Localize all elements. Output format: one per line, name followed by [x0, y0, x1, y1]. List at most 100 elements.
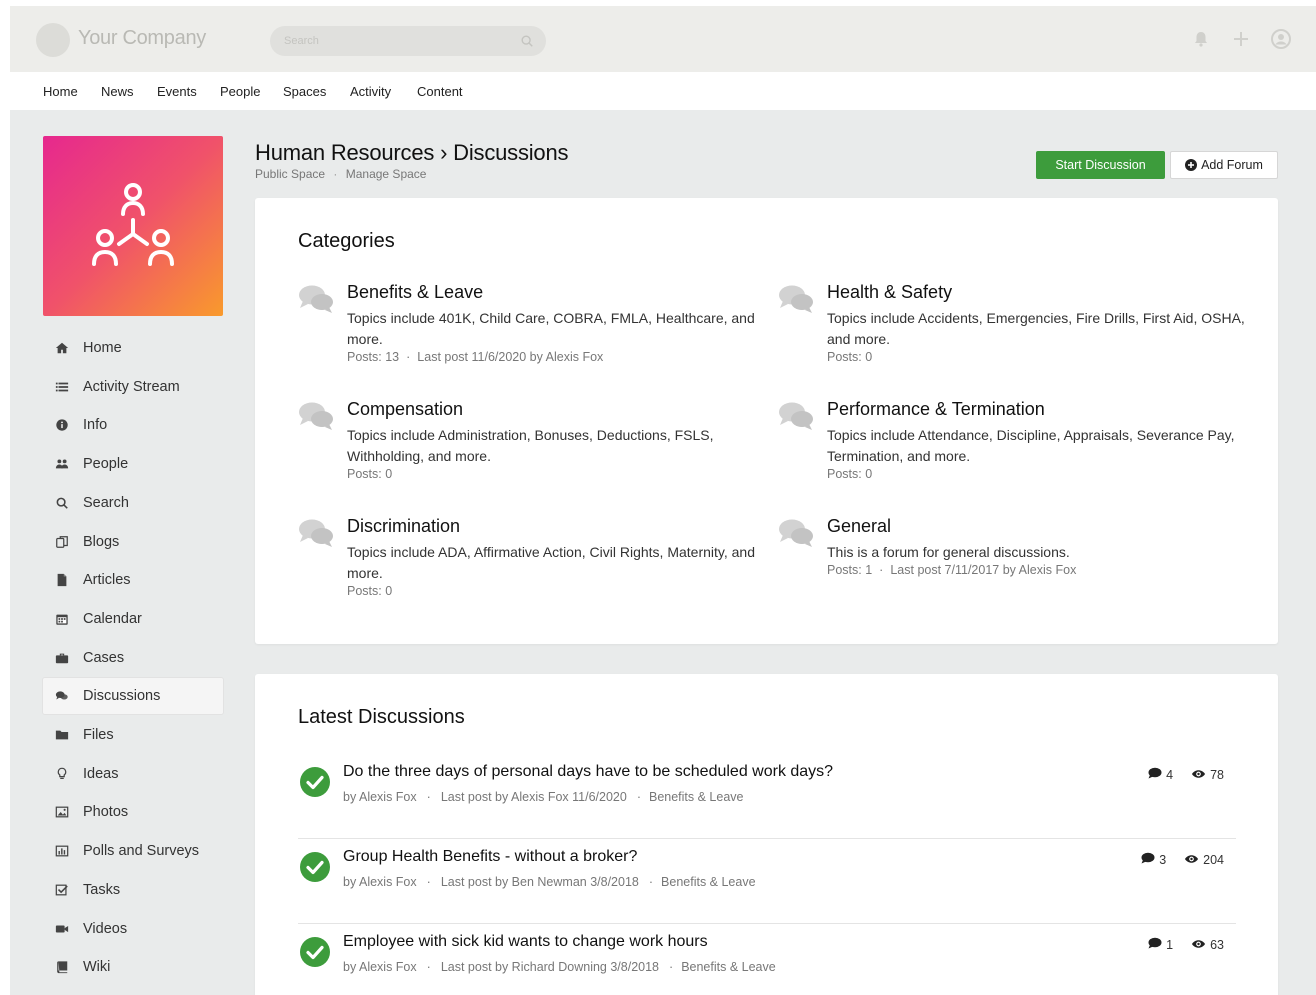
top-bar: Your Company: [10, 6, 1316, 72]
discussion-row[interactable]: Group Health Benefits - without a broker…: [298, 839, 1236, 924]
sidebar-item-label: Cases: [83, 649, 125, 666]
sidebar-item-home[interactable]: Home: [43, 330, 223, 366]
calendar-icon: [54, 611, 70, 627]
add-forum-button[interactable]: Add Forum: [1170, 151, 1278, 179]
sidebar-item-search[interactable]: Search: [43, 485, 223, 521]
notifications-bell-icon[interactable]: [1190, 28, 1212, 50]
comments-bubble-icon: [298, 518, 334, 548]
sidebar-item-tasks[interactable]: Tasks: [43, 872, 223, 908]
sidebar-item-calendar[interactable]: Calendar: [43, 601, 223, 637]
discussion-row[interactable]: Do the three days of personal days have …: [298, 754, 1236, 839]
discussion-stats: 4 78: [1148, 767, 1224, 782]
article-icon: [54, 572, 70, 588]
category-name[interactable]: Performance & Termination: [827, 399, 1045, 420]
answered-check-icon: [300, 937, 330, 967]
search-icon[interactable]: [520, 34, 534, 48]
discussion-category[interactable]: Benefits & Leave: [661, 875, 756, 889]
start-discussion-button[interactable]: Start Discussion: [1036, 151, 1165, 179]
sidebar-item-label: Ideas: [83, 765, 119, 782]
comments-bubble-icon: [778, 401, 814, 431]
sidebar-item-label: Home: [83, 340, 122, 356]
discussion-title[interactable]: Do the three days of personal days have …: [343, 763, 833, 781]
comments-bubble-icon: [298, 284, 334, 314]
discussion-category[interactable]: Benefits & Leave: [681, 960, 776, 974]
category-meta: Posts: 0: [827, 350, 872, 364]
discussion-meta: by Alexis Fox · Last post by Ben Newman 3/…: [343, 875, 756, 889]
category-name[interactable]: Compensation: [347, 399, 463, 420]
nav-people[interactable]: People: [220, 84, 260, 99]
sidebar-item-articles[interactable]: Articles: [43, 562, 223, 598]
manage-space-link[interactable]: Manage Space: [346, 167, 427, 181]
sidebar-item-people[interactable]: People: [43, 446, 223, 482]
category-name[interactable]: Benefits & Leave: [347, 282, 483, 303]
sidebar-item-photos[interactable]: Photos: [43, 794, 223, 830]
discussion-title[interactable]: Employee with sick kid wants to change w…: [343, 933, 708, 951]
comments-icon: [54, 688, 70, 704]
category-posts: Posts: 0: [827, 350, 873, 364]
page-subtitle: Public Space · Manage Space: [255, 167, 427, 181]
user-profile-icon[interactable]: [1270, 28, 1292, 50]
sidebar-item-ideas[interactable]: Ideas: [43, 756, 223, 792]
replies-icon: [1148, 937, 1162, 952]
sidebar-item-label: Articles: [83, 572, 131, 589]
checkbox-icon: [54, 882, 70, 898]
sidebar-item-discussions[interactable]: Discussions: [43, 678, 223, 715]
nav-news[interactable]: News: [101, 84, 134, 99]
home-icon: [54, 340, 70, 356]
info-icon: [54, 417, 70, 433]
category-name[interactable]: Health & Safety: [827, 282, 952, 303]
global-search[interactable]: [270, 26, 546, 56]
nav-activity[interactable]: Activity: [350, 84, 391, 99]
sidebar-item-cases[interactable]: Cases: [43, 640, 223, 676]
latest-discussions-title: Latest Discussions: [298, 706, 465, 728]
category-description: Topics include Administration, Bonuses, …: [347, 427, 714, 464]
bar-chart-icon: [54, 843, 70, 859]
sidebar-item-label: Tasks: [83, 881, 121, 898]
discussion-author[interactable]: by Alexis Fox: [343, 875, 417, 889]
discussion-row[interactable]: Employee with sick kid wants to change w…: [298, 924, 1236, 995]
sidebar-item-videos[interactable]: Videos: [43, 911, 223, 947]
discussion-title[interactable]: Group Health Benefits - without a broker…: [343, 848, 637, 866]
create-plus-icon[interactable]: [1230, 28, 1252, 50]
plus-circle-icon: [1185, 159, 1198, 171]
folder-icon: [54, 727, 70, 743]
category-name[interactable]: Discrimination: [347, 516, 460, 537]
briefcase-icon: [54, 650, 70, 666]
comments-bubble-icon: [778, 518, 814, 548]
space-avatar-tile[interactable]: [43, 136, 223, 316]
sidebar-item-label: Polls and Surveys: [83, 843, 200, 860]
nav-home[interactable]: Home: [43, 84, 78, 99]
discussion-author[interactable]: by Alexis Fox: [343, 960, 417, 974]
sidebar-item-wiki[interactable]: Wiki: [43, 949, 223, 985]
company-name[interactable]: Your Company: [78, 27, 206, 50]
category-posts: Posts: 13: [347, 350, 400, 364]
category-meta: Posts: 0: [347, 584, 392, 598]
sidebar-item-label: Calendar: [83, 610, 142, 627]
sidebar-item-info[interactable]: Info: [43, 407, 223, 443]
company-logo[interactable]: [36, 23, 70, 57]
discussion-meta: by Alexis Fox · Last post by Alexis Fox 11…: [343, 790, 744, 804]
nav-spaces[interactable]: Spaces: [283, 84, 326, 99]
comments-bubble-icon: [778, 284, 814, 314]
nav-events[interactable]: Events: [157, 84, 197, 99]
category-meta: Posts: 0: [827, 467, 872, 481]
comments-bubble-icon: [298, 401, 334, 431]
space-visibility: Public Space: [255, 167, 326, 181]
lightbulb-icon: [54, 766, 70, 782]
answered-check-icon: [300, 767, 330, 797]
replies-icon: [1141, 852, 1155, 867]
sidebar-item-files[interactable]: Files: [43, 717, 223, 753]
category-meta: Posts: 13 · Last post 11/6/2020 by Alexis …: [347, 350, 604, 364]
nav-content[interactable]: Content: [417, 84, 463, 99]
category-name[interactable]: General: [827, 516, 891, 537]
sidebar-item-label: Blogs: [83, 533, 120, 550]
discussion-category[interactable]: Benefits & Leave: [649, 790, 744, 804]
sidebar-item-blogs[interactable]: Blogs: [43, 524, 223, 560]
sidebar-item-activity-stream[interactable]: Activity Stream: [43, 369, 223, 405]
discussion-author[interactable]: by Alexis Fox: [343, 790, 417, 804]
view-count: 78: [1210, 767, 1224, 782]
category-description: Topics include ADA, Affirmative Action, …: [347, 544, 755, 581]
sidebar-item-label: Search: [83, 494, 129, 511]
search-input[interactable]: [284, 32, 504, 50]
sidebar-item-polls-and-surveys[interactable]: Polls and Surveys: [43, 833, 223, 869]
